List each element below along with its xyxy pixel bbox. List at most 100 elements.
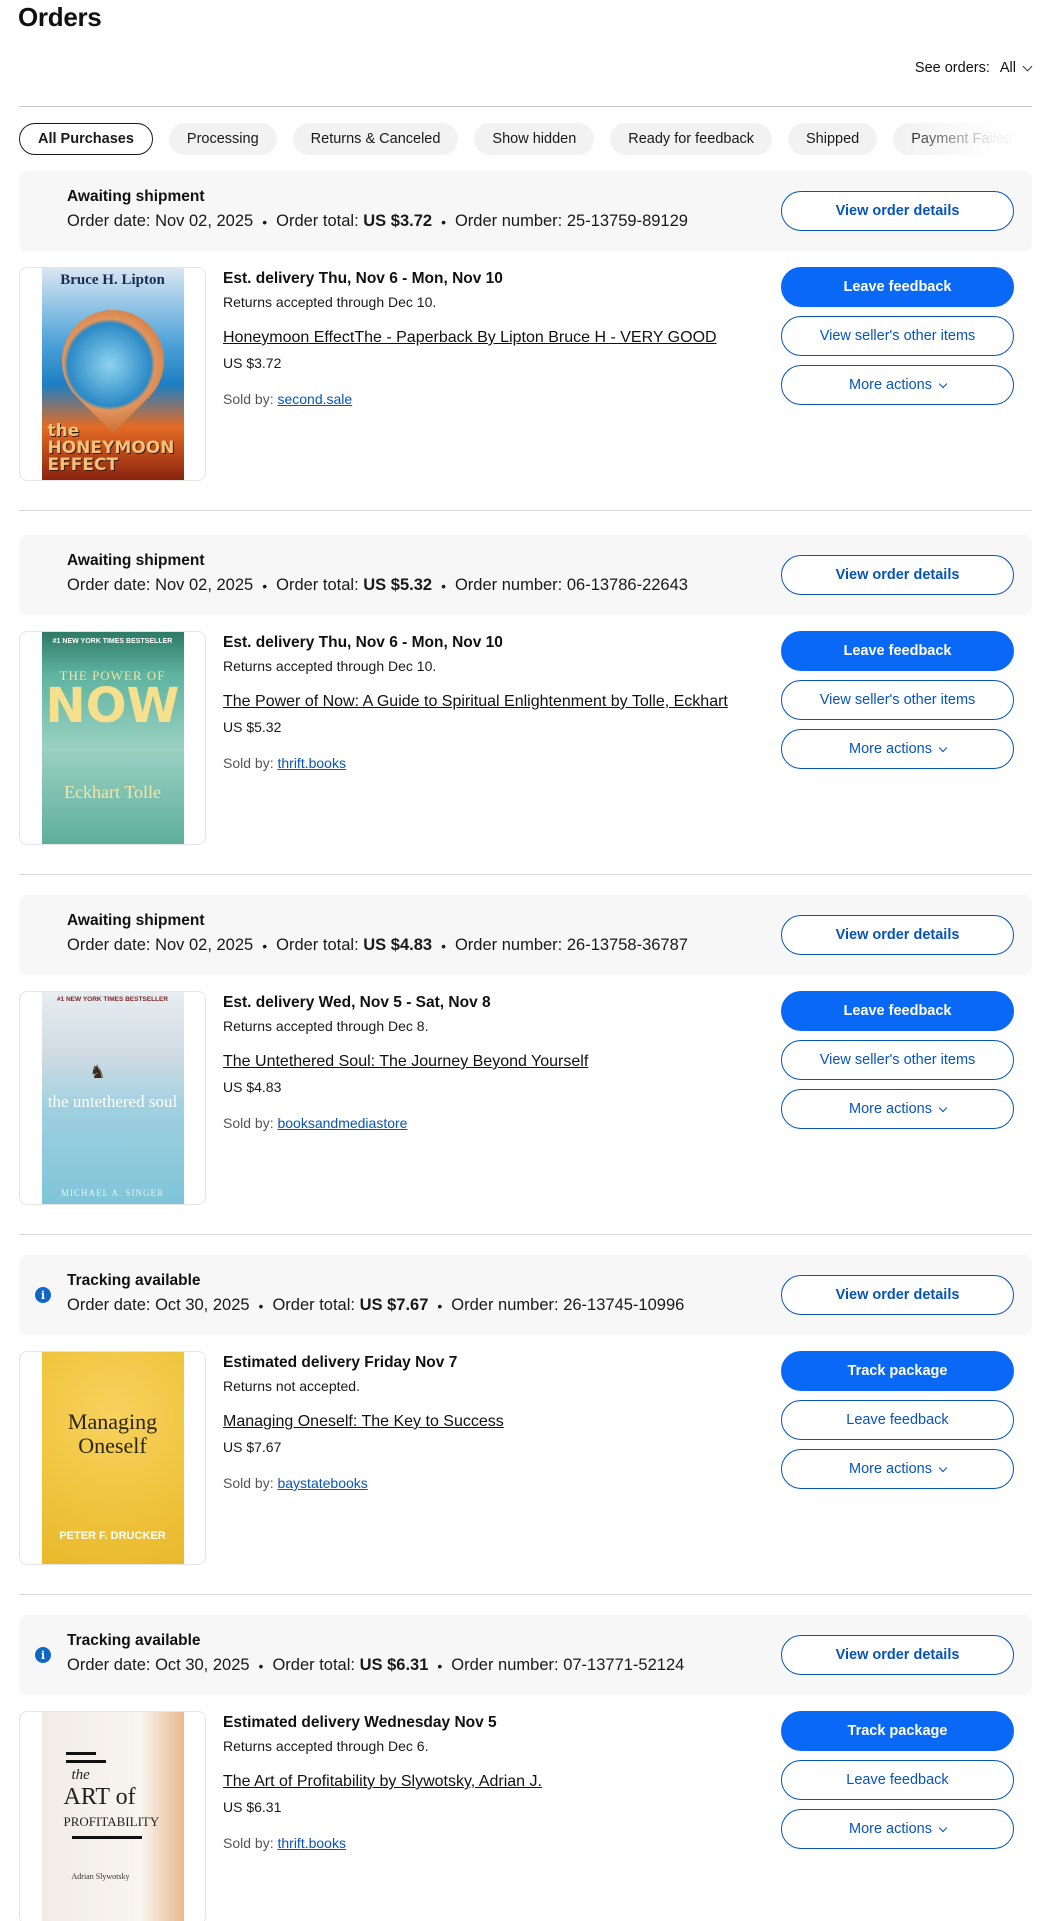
returns-policy: Returns accepted through Dec 10. xyxy=(223,294,437,310)
order-status: Tracking available xyxy=(67,1632,201,1649)
order-number-label: Order number: xyxy=(454,936,563,954)
item-title-link[interactable]: The Untethered Soul: The Journey Beyond … xyxy=(223,1053,588,1071)
chip-ready-for-feedback[interactable]: Ready for feedback xyxy=(610,123,773,155)
filter-chips: All Purchases Processing Returns & Cance… xyxy=(19,123,1032,157)
chevron-down-icon xyxy=(938,379,948,388)
sold-by: Sold by: booksandmediastore xyxy=(223,1115,773,1131)
more-actions-label: More actions xyxy=(848,1101,932,1117)
chip-show-hidden[interactable]: Show hidden xyxy=(474,123,595,155)
divider xyxy=(19,106,1032,107)
more-actions-button[interactable]: More actions xyxy=(781,365,1014,405)
order-total: US $4.83 xyxy=(363,936,433,954)
chip-payment-failed[interactable]: Payment Failed xyxy=(893,123,1030,155)
seller-link[interactable]: baystatebooks xyxy=(277,1475,367,1491)
view-seller-items-button[interactable]: View seller's other items xyxy=(781,1040,1014,1080)
view-seller-items-button[interactable]: View seller's other items xyxy=(781,316,1014,356)
track-package-button[interactable]: Track package xyxy=(781,1351,1014,1391)
view-order-details-button[interactable]: View order details xyxy=(781,915,1014,955)
item-image[interactable]: Bruce H. Lipton the HONEYMOON EFFECT xyxy=(19,267,206,481)
order-total-label: Order total: xyxy=(276,212,359,230)
order-number-label: Order number: xyxy=(454,212,563,230)
view-order-details-button[interactable]: View order details xyxy=(781,191,1014,231)
item-price: US $6.31 xyxy=(223,1799,282,1815)
chevron-down-icon xyxy=(938,743,948,752)
order-header: i Tracking available Order date: Oct 30,… xyxy=(19,1255,1032,1335)
cover-subtitle: PROFITABILITY xyxy=(63,1814,160,1829)
item-image[interactable]: Managing Oneself PETER F. DRUCKER xyxy=(19,1351,206,1565)
more-actions-button[interactable]: More actions xyxy=(781,1449,1014,1489)
cover-brush-stroke xyxy=(65,1760,106,1763)
order-date: Oct 30, 2025 xyxy=(155,1296,250,1314)
see-orders-select[interactable]: All xyxy=(999,60,1033,76)
page-title: Orders xyxy=(18,2,102,32)
order-status: Awaiting shipment xyxy=(67,912,205,929)
order-number: 25-13759-89129 xyxy=(566,212,688,230)
cover-title-small: the xyxy=(71,1767,90,1783)
track-package-button[interactable]: Track package xyxy=(781,1711,1014,1751)
item-title-link[interactable]: Honeymoon EffectThe - Paperback By Lipto… xyxy=(223,329,717,347)
more-actions-button[interactable]: More actions xyxy=(781,1809,1014,1849)
view-order-details-button[interactable]: View order details xyxy=(781,1635,1014,1675)
item-details: Est. delivery Thu, Nov 6 - Mon, Nov 10 R… xyxy=(223,267,773,407)
sold-by-label: Sold by: xyxy=(223,755,274,771)
sold-by: Sold by: second.sale xyxy=(223,391,773,407)
sold-by: Sold by: thrift.books xyxy=(223,755,773,771)
seller-link[interactable]: thrift.books xyxy=(277,755,345,771)
view-order-details-button[interactable]: View order details xyxy=(781,1275,1014,1315)
view-seller-items-button[interactable]: View seller's other items xyxy=(781,680,1014,720)
more-actions-button[interactable]: More actions xyxy=(781,729,1014,769)
chip-returns-canceled[interactable]: Returns & Canceled xyxy=(292,123,459,155)
chevron-down-icon xyxy=(938,1463,948,1472)
order-card: Awaiting shipment Order date: Nov 02, 20… xyxy=(19,535,1032,875)
more-actions-label: More actions xyxy=(848,377,932,393)
see-orders-label: See orders: xyxy=(914,60,990,76)
order-date: Nov 02, 2025 xyxy=(155,936,254,954)
item-image[interactable]: the ART of PROFITABILITY Adrian Slywotsk… xyxy=(19,1711,206,1921)
leave-feedback-button[interactable]: Leave feedback xyxy=(781,631,1014,671)
delivery-estimate: Est. delivery Wed, Nov 5 - Sat, Nov 8 xyxy=(223,994,491,1011)
item-price: US $7.67 xyxy=(223,1439,282,1455)
item-title-link[interactable]: The Art of Profitability by Slywotsky, A… xyxy=(223,1773,542,1791)
order-date: Nov 02, 2025 xyxy=(155,212,254,230)
item-image[interactable]: #1 NEW YORK TIMES BESTSELLER THE POWER O… xyxy=(19,631,206,845)
divider xyxy=(19,510,1032,511)
seller-link[interactable]: thrift.books xyxy=(277,1835,345,1851)
leave-feedback-button[interactable]: Leave feedback xyxy=(781,1760,1014,1800)
leave-feedback-button[interactable]: Leave feedback xyxy=(781,267,1014,307)
more-actions-button[interactable]: More actions xyxy=(781,1089,1014,1129)
order-date-label: Order date: xyxy=(67,1656,151,1674)
order-card: Awaiting shipment Order date: Nov 02, 20… xyxy=(19,171,1032,511)
chip-all-purchases[interactable]: All Purchases xyxy=(19,123,153,155)
chip-processing[interactable]: Processing xyxy=(168,123,277,155)
sold-by: Sold by: baystatebooks xyxy=(223,1475,773,1491)
cover-author: Bruce H. Lipton xyxy=(60,272,165,288)
returns-policy: Returns accepted through Dec 8. xyxy=(223,1018,429,1034)
order-number-label: Order number: xyxy=(451,1656,559,1674)
chevron-down-icon xyxy=(938,1823,948,1832)
seller-link[interactable]: booksandmediastore xyxy=(277,1115,407,1131)
cover-brush-stroke xyxy=(71,1836,142,1839)
seller-link[interactable]: second.sale xyxy=(277,391,352,407)
item-price: US $5.32 xyxy=(223,719,282,735)
leave-feedback-button[interactable]: Leave feedback xyxy=(781,1400,1014,1440)
chip-shipped[interactable]: Shipped xyxy=(788,123,878,155)
item-title-link[interactable]: The Power of Now: A Guide to Spiritual E… xyxy=(223,693,728,711)
order-total: US $5.32 xyxy=(363,576,433,594)
cover-author: MICHAEL A. SINGER xyxy=(61,1188,164,1198)
order-total-label: Order total: xyxy=(276,576,359,594)
cover-title: the untethered soul xyxy=(47,1092,178,1111)
order-number: 06-13786-22643 xyxy=(566,576,688,594)
order-meta: Order date: Nov 02, 2025 • Order total: … xyxy=(67,936,688,954)
order-meta: Order date: Nov 02, 2025 • Order total: … xyxy=(67,212,688,230)
sold-by-label: Sold by: xyxy=(223,391,274,407)
item-title-link[interactable]: Managing Oneself: The Key to Success xyxy=(223,1413,504,1431)
delivery-estimate: Est. delivery Thu, Nov 6 - Mon, Nov 10 xyxy=(223,634,503,651)
order-number-label: Order number: xyxy=(454,576,563,594)
divider xyxy=(19,874,1032,875)
leave-feedback-button[interactable]: Leave feedback xyxy=(781,991,1014,1031)
order-header: Awaiting shipment Order date: Nov 02, 20… xyxy=(19,171,1032,251)
item-image[interactable]: #1 NEW YORK TIMES BESTSELLER ♞ the untet… xyxy=(19,991,206,1205)
view-order-details-button[interactable]: View order details xyxy=(781,555,1014,595)
see-orders-value: All xyxy=(999,60,1016,76)
order-number: 26-13758-36787 xyxy=(566,936,688,954)
